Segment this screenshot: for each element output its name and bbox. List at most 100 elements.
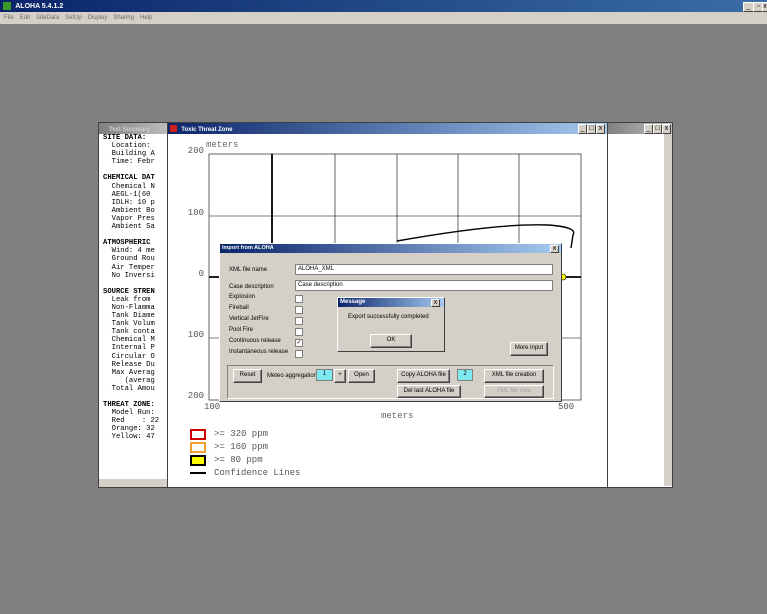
summary-line: Tank Diame xyxy=(103,312,155,321)
y-tick-label: 100 xyxy=(187,208,204,218)
import-dialog-close-button[interactable]: x xyxy=(550,245,559,253)
summary-line: Ambient Bo xyxy=(103,206,155,215)
legend-label: >= 160 ppm xyxy=(214,442,269,453)
legend-item: >= 320 ppm xyxy=(190,428,268,440)
x-tick-label: 500 xyxy=(558,402,575,412)
y-tick-label: 200 xyxy=(187,391,204,401)
message-title-bar[interactable]: Message xyxy=(338,298,444,307)
checkbox[interactable]: ✓ xyxy=(295,339,303,347)
summary-line: (averag xyxy=(103,376,155,385)
checkbox-label: Continuous release xyxy=(229,338,281,344)
checkbox-label: Instantaneous release xyxy=(229,349,289,355)
message-title: Message xyxy=(340,299,366,305)
xml-file-view-button[interactable]: XML file view xyxy=(484,385,544,398)
y-tick-label: 100 xyxy=(187,330,204,340)
app-close-button[interactable]: x xyxy=(762,2,767,12)
summary-line: AEGL-1(60 xyxy=(103,190,151,199)
right-minimize-button[interactable]: _ xyxy=(644,124,653,134)
text-summary-title: Text Summary xyxy=(109,127,150,133)
summary-line: CHEMICAL DAT xyxy=(103,174,155,183)
menu-item-edit[interactable]: Edit xyxy=(20,12,30,24)
summary-line: Wind: 4 me xyxy=(103,247,155,256)
summary-line: Time: Febr xyxy=(103,158,155,167)
checkbox[interactable] xyxy=(295,306,303,314)
checkbox[interactable] xyxy=(295,350,303,358)
summary-line: Circular O xyxy=(103,352,155,361)
summary-line: Tank conta xyxy=(103,328,155,337)
message-close-button[interactable]: x xyxy=(431,299,440,307)
summary-line: Leak from xyxy=(103,295,151,304)
summary-line: Building A xyxy=(103,150,155,159)
xml-file-field[interactable]: ALOHA_XML xyxy=(295,264,553,275)
meteo-aggregation-value[interactable]: 1 xyxy=(316,369,333,381)
menu-item-sharing[interactable]: Sharing xyxy=(113,12,134,24)
copy-aloha-file-button[interactable]: Copy ALOHA file xyxy=(397,369,450,383)
xml-file-creation-button[interactable]: XML file creation xyxy=(484,369,544,383)
meteo-increment-button[interactable]: + xyxy=(334,369,346,383)
message-dialog: Message x Export successfully completed … xyxy=(337,297,445,352)
app-title-bar: ALOHA 5.4.1.2 xyxy=(0,0,767,12)
summary-line: Ambient Sa xyxy=(103,223,155,232)
legend-item: >= 160 ppm xyxy=(190,441,268,453)
legend-swatch xyxy=(190,428,206,440)
menu-item-file[interactable]: File xyxy=(4,12,14,24)
open-button[interactable]: Open xyxy=(348,369,375,383)
summary-line: Release Du xyxy=(103,360,155,369)
checkbox[interactable] xyxy=(295,328,303,336)
summary-line: Location: xyxy=(103,142,151,151)
checkbox[interactable] xyxy=(295,317,303,325)
reset-button[interactable]: Reset xyxy=(233,369,262,383)
legend-line-swatch xyxy=(190,472,206,475)
app-icon xyxy=(3,2,11,10)
legend-swatch xyxy=(190,441,206,453)
menu-item-setup[interactable]: SetUp xyxy=(65,12,82,24)
y-tick-label: 0 xyxy=(198,269,204,279)
message-ok-button[interactable]: OK xyxy=(370,334,412,348)
menu-item-sitedata[interactable]: SiteData xyxy=(36,12,59,24)
xml-file-label: XML file name xyxy=(229,267,268,273)
meteo-aggregation-label: Meteo aggregation xyxy=(267,373,318,379)
summary-line xyxy=(103,280,169,288)
right-maximize-button[interactable]: □ xyxy=(653,124,662,134)
summary-line: ATMOSPHERIC xyxy=(103,239,151,248)
import-dialog-title-bar[interactable]: Import from ALOHA xyxy=(220,244,561,253)
legend-label: >= 320 ppm xyxy=(214,429,269,440)
summary-line xyxy=(103,393,169,401)
summary-line: Total Amou xyxy=(103,384,155,393)
case-description-label: Case description xyxy=(229,284,274,290)
text-summary-window: Text Summary SITE DATA: Location: Buildi… xyxy=(98,122,172,488)
legend-label: Confidence Lines xyxy=(214,468,301,479)
menu-item-help[interactable]: Help xyxy=(140,12,152,24)
summary-line xyxy=(103,231,169,239)
menu-item-display[interactable]: Display xyxy=(88,12,108,24)
text-summary-title-bar[interactable]: Text Summary xyxy=(99,123,171,134)
checkbox-label: Fireball xyxy=(229,305,249,311)
text-summary-hscroll[interactable] xyxy=(99,479,171,487)
del-last-aloha-file-button[interactable]: Del last ALOHA file xyxy=(397,385,461,398)
checkbox-label: Explosion xyxy=(229,294,256,300)
summary-line: Yellow: 47 xyxy=(103,433,155,442)
message-text: Export successfully completed xyxy=(348,314,429,320)
summary-line xyxy=(103,166,169,174)
x-axis-unit: meters xyxy=(381,411,414,421)
right-vscroll[interactable] xyxy=(664,134,672,486)
y-tick-label: 200 xyxy=(187,146,204,156)
app-title: ALOHA 5.4.1.2 xyxy=(15,3,64,10)
import-dialog-title: Import from ALOHA xyxy=(222,245,274,251)
checkbox[interactable] xyxy=(295,295,303,303)
summary-line: Air Temper xyxy=(103,263,155,272)
checkbox-label: Pool Fire xyxy=(229,327,254,333)
menu-bar: File Edit SiteData SetUp Display Sharing Help xyxy=(0,12,767,24)
copy-aloha-count[interactable]: 2 xyxy=(457,369,473,381)
legend-item: Confidence Lines xyxy=(190,467,300,479)
text-summary-content: SITE DATA: Location: Building A Time: Fe… xyxy=(103,134,169,442)
summary-line: Non-Flamma xyxy=(103,303,155,312)
right-close-button[interactable]: x xyxy=(662,124,671,134)
case-description-field[interactable]: Case description xyxy=(295,280,553,291)
summary-line: No Inversi xyxy=(103,271,155,280)
summary-line: Orange: 32 xyxy=(103,425,155,434)
more-input-button[interactable]: More input xyxy=(510,342,548,356)
summary-line: Ground Rou xyxy=(103,255,155,264)
summary-line: Internal P xyxy=(103,344,155,353)
summary-line: SOURCE STREN xyxy=(103,287,155,296)
